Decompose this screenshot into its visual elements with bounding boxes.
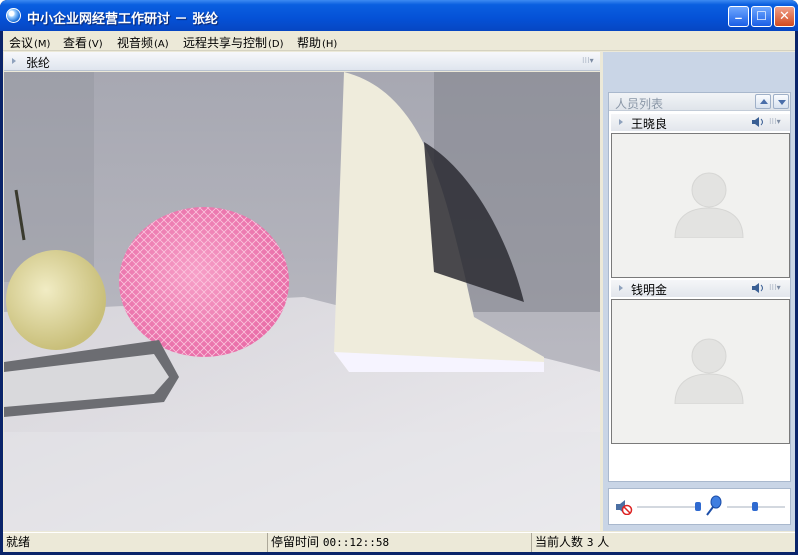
speaker-mute-icon[interactable] <box>615 499 633 515</box>
menu-meeting-key: (M) <box>34 39 51 50</box>
main-video[interactable] <box>4 72 600 531</box>
participant-header: 王晓良 ⁝⁝⁝▾ <box>611 114 790 131</box>
participant-list-title: 人员列表 <box>615 97 664 111</box>
participant-list: 人员列表 王晓良 ⁝⁝⁝▾ 钱明金 ⁝⁝⁝▾ <box>608 92 791 482</box>
count-unit: 人 <box>597 535 610 549</box>
video-header: 张纶 ⁝⁝⁝▾ <box>4 52 600 71</box>
speaker-icon[interactable] <box>751 282 765 294</box>
close-icon: ✕ <box>779 9 790 24</box>
chevron-up-icon <box>760 99 768 104</box>
status-ready: 就绪 <box>3 533 267 552</box>
menu-av[interactable]: 视音频(A) <box>117 34 170 51</box>
scroll-down-button[interactable] <box>773 94 789 109</box>
default-avatar-icon <box>674 338 744 404</box>
participant-header: 钱明金 ⁝⁝⁝▾ <box>611 280 790 297</box>
stay-time-value: 00::12::58 <box>322 536 390 549</box>
menu-view[interactable]: 查看(V) <box>63 34 104 51</box>
expand-arrow-icon[interactable] <box>619 119 623 125</box>
status-count: 当前人数 3 人 <box>531 533 795 552</box>
participant-video[interactable] <box>611 133 790 278</box>
menu-view-label: 查看 <box>63 36 88 50</box>
menu-help[interactable]: 帮助(H) <box>297 34 338 51</box>
maximize-button[interactable]: ☐ <box>751 6 772 27</box>
participants-panel: 人员列表 王晓良 ⁝⁝⁝▾ 钱明金 ⁝⁝⁝▾ <box>603 52 795 531</box>
microphone-icon[interactable] <box>705 495 723 517</box>
status-ready-text: 就绪 <box>6 535 31 549</box>
speaker-volume-track[interactable] <box>637 506 699 508</box>
speaker-volume-thumb[interactable] <box>695 502 701 511</box>
title-bar[interactable]: 中小企业网经营工作研讨 － 张纶 _ ☐ ✕ <box>0 0 798 31</box>
scroll-up-button[interactable] <box>755 94 771 109</box>
app-globe-icon <box>6 8 21 23</box>
maximize-icon: ☐ <box>756 9 767 23</box>
menu-meeting[interactable]: 会议(M) <box>9 34 51 51</box>
mic-volume-thumb[interactable] <box>752 502 758 511</box>
collapse-arrow-icon[interactable] <box>12 58 16 64</box>
audio-controls <box>608 488 791 525</box>
participant-card[interactable]: 钱明金 ⁝⁝⁝▾ <box>611 280 790 446</box>
expand-arrow-icon[interactable] <box>619 285 623 291</box>
participant-options-icon[interactable]: ⁝⁝⁝▾ <box>769 284 783 292</box>
speaker-icon[interactable] <box>751 116 765 128</box>
menu-meeting-label: 会议 <box>9 36 34 50</box>
status-stay-time: 停留时间 00::12::58 <box>267 533 531 552</box>
video-options-icon[interactable]: ⁝⁝⁝▾ <box>582 57 596 65</box>
participant-name: 钱明金 <box>631 283 668 297</box>
app-window: 中小企业网经营工作研讨 － 张纶 _ ☐ ✕ 会议(M) 查看(V) 视音频(A… <box>0 0 798 555</box>
menu-remote[interactable]: 远程共享与控制(D) <box>183 34 285 51</box>
menu-remote-label: 远程共享与控制 <box>183 36 268 50</box>
menu-view-key: (V) <box>88 39 103 50</box>
count-label: 当前人数 <box>535 535 584 549</box>
participant-card[interactable]: 王晓良 ⁝⁝⁝▾ <box>611 114 790 280</box>
window-frame: 会议(M) 查看(V) 视音频(A) 远程共享与控制(D) 帮助(H) 张纶 ⁝… <box>3 31 795 552</box>
stay-time-label: 停留时间 <box>271 535 320 549</box>
menu-help-key: (H) <box>322 39 338 50</box>
status-bar: 就绪 停留时间 00::12::58 当前人数 3 人 <box>3 532 795 552</box>
menu-bar: 会议(M) 查看(V) 视音频(A) 远程共享与控制(D) 帮助(H) <box>3 31 795 51</box>
participant-list-header: 人员列表 <box>609 93 790 111</box>
video-frame-image <box>4 72 600 531</box>
menu-av-key: (A) <box>154 39 169 50</box>
close-button[interactable]: ✕ <box>774 6 795 27</box>
menu-help-label: 帮助 <box>297 36 322 50</box>
menu-remote-key: (D) <box>268 39 284 50</box>
menu-av-label: 视音频 <box>117 36 154 50</box>
participant-name: 王晓良 <box>631 117 668 131</box>
panel-top-strip <box>603 52 795 71</box>
window-title: 中小企业网经营工作研讨 － 张纶 <box>27 12 219 27</box>
default-avatar-icon <box>674 172 744 238</box>
minimize-icon: _ <box>735 5 742 20</box>
video-title: 张纶 <box>26 56 51 70</box>
chevron-down-icon <box>778 100 786 105</box>
minimize-button[interactable]: _ <box>728 6 749 27</box>
count-value: 3 <box>586 536 594 549</box>
participant-video[interactable] <box>611 299 790 444</box>
participant-options-icon[interactable]: ⁝⁝⁝▾ <box>769 118 783 126</box>
